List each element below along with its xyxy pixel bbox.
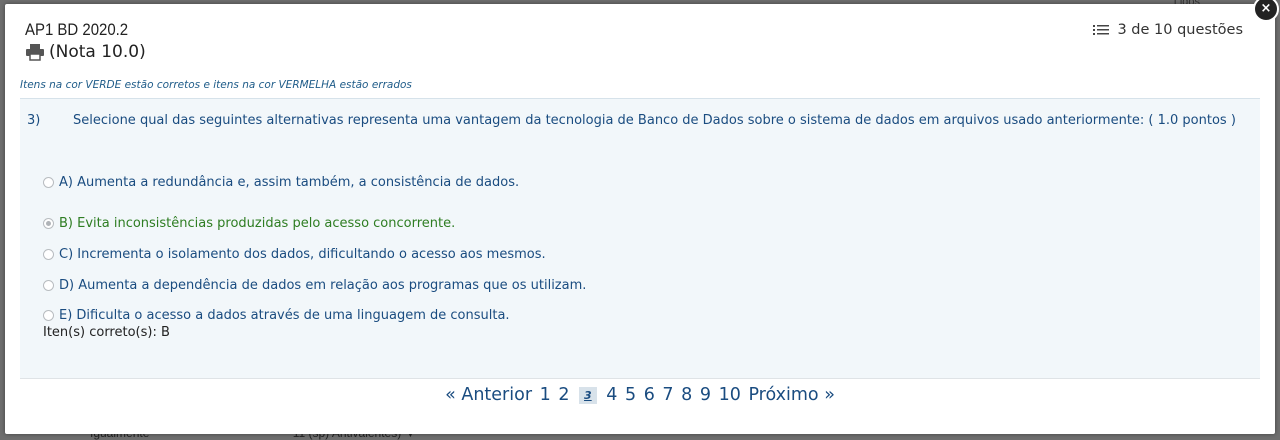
option-label: E) Dificulta o acesso a dados através de… [59,308,510,323]
printer-icon[interactable] [25,43,45,61]
radio-button[interactable] [43,249,54,260]
color-legend: Itens na cor VERDE estão corretos e iten… [20,79,412,91]
radio-button[interactable] [43,310,54,321]
exam-title: AP1 BD 2020.2 [25,20,129,39]
divider [20,378,1260,379]
option-a[interactable]: A) Aumenta a redundância e, assim também… [43,175,519,190]
page-link-2[interactable]: 2 [558,385,569,405]
page-link-10[interactable]: 10 [719,385,741,405]
answer-key: Iten(s) correto(s): B [43,325,170,340]
question-number: 3) [27,113,41,128]
question-modal: × AP1 BD 2020.2 (Nota 10.0) 3 de 10 ques… [5,0,1279,434]
page-link-5[interactable]: 5 [625,385,636,405]
option-e[interactable]: E) Dificulta o acesso a dados através de… [43,308,510,323]
close-icon[interactable]: × [1253,0,1279,22]
list-icon [1093,24,1110,36]
page-link-8[interactable]: 8 [681,385,692,405]
option-label: A) Aumenta a redundância e, assim também… [59,175,520,190]
grade-label: (Nota 10.0) [49,42,146,62]
page-link-7[interactable]: 7 [662,385,673,405]
question-text: Selecione qual das seguintes alternativa… [73,113,1236,128]
question-counter: 3 de 10 questões [1093,22,1243,38]
option-label: B) Evita inconsistências produzidas pelo… [59,216,456,231]
radio-button-selected[interactable] [43,218,54,229]
counter-label: 3 de 10 questões [1117,22,1243,38]
option-label: C) Incrementa o isolamento dos dados, di… [59,247,546,262]
option-b[interactable]: B) Evita inconsistências produzidas pelo… [43,216,455,231]
radio-button[interactable] [43,280,54,291]
page-current: 3 [579,386,597,404]
grade-row: (Nota 10.0) [25,42,146,62]
option-d[interactable]: D) Aumenta a dependência de dados em rel… [43,278,586,293]
pagination: « Anterior 1 2 3 4 5 6 7 8 9 10 Próximo … [5,385,1275,405]
page-link-9[interactable]: 9 [700,385,711,405]
option-c[interactable]: C) Incrementa o isolamento dos dados, di… [43,247,546,262]
question-area: 3) Selecione qual das seguintes alternat… [20,98,1260,379]
option-label: D) Aumenta a dependência de dados em rel… [59,278,587,293]
page-link-4[interactable]: 4 [606,385,617,405]
radio-button[interactable] [43,177,54,188]
next-link[interactable]: Próximo » [748,385,834,405]
page-link-6[interactable]: 6 [644,385,655,405]
page-link-1[interactable]: 1 [540,385,551,405]
prev-link[interactable]: « Anterior [445,385,532,405]
